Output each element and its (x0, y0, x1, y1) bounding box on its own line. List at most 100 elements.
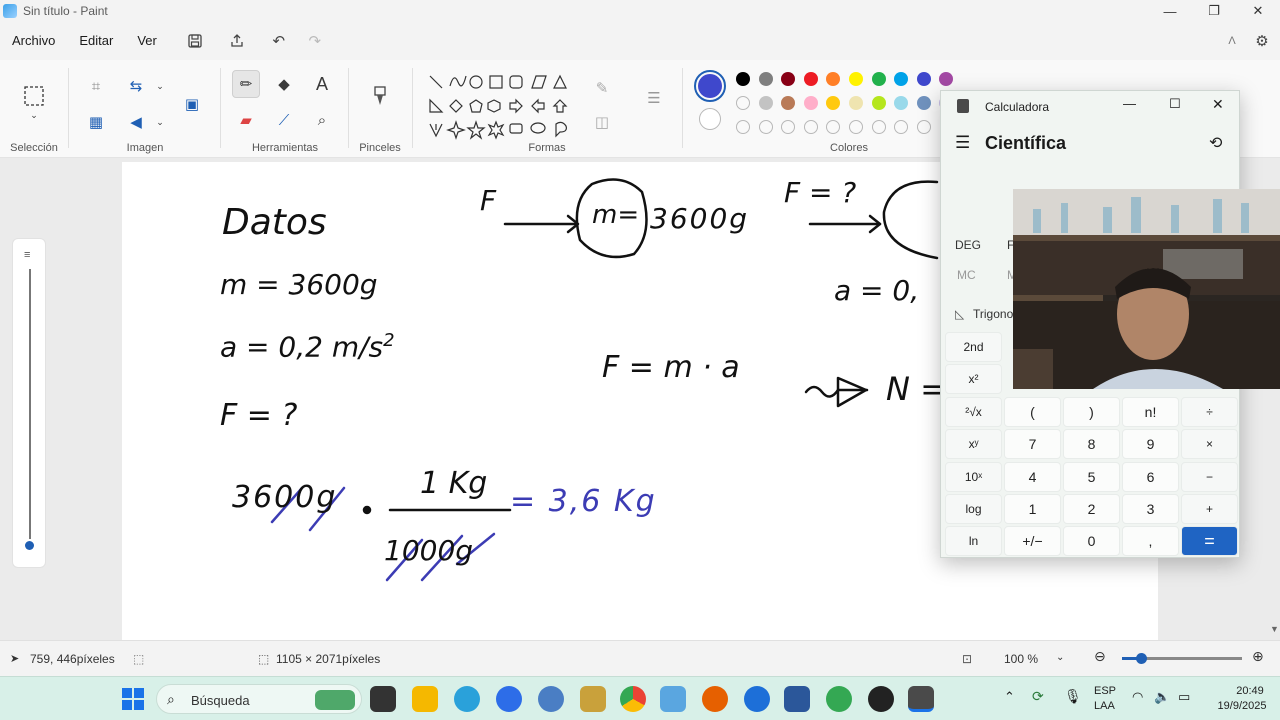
zoom-level[interactable]: 100 % (1004, 652, 1038, 666)
obs-icon[interactable] (868, 686, 894, 712)
tray-overflow-icon[interactable]: ⌃ (1004, 689, 1015, 705)
color-swatch-r1-3[interactable] (781, 72, 796, 86)
calc-key-3-0[interactable]: xʸ (945, 429, 1002, 460)
text-tool-icon[interactable]: A (308, 70, 336, 98)
calc-minimize-button[interactable]: — (1123, 96, 1136, 111)
taskbar-search-box[interactable]: ⌕ Búsqueda (156, 684, 362, 714)
chrome-icon[interactable] (620, 686, 646, 712)
calc-key-4-3[interactable]: 6 (1122, 461, 1179, 492)
color-swatch-r3-4[interactable] (803, 120, 818, 134)
calc-key-3-4[interactable]: × (1181, 429, 1238, 460)
calc-key-2-0[interactable]: ²√x (945, 396, 1002, 427)
color-swatch-r2-5[interactable] (826, 96, 841, 110)
color-swatch-r3-6[interactable] (849, 120, 863, 134)
menu-editar[interactable]: Editar (67, 26, 125, 56)
calc-key-4-0[interactable]: 10ˣ (945, 461, 1002, 492)
calc-key-2-4[interactable]: ÷ (1181, 396, 1238, 427)
tray-sync-icon[interactable]: ⟳ (1032, 688, 1044, 705)
magnifier-icon[interactable]: ⌕ (308, 106, 336, 134)
fill-bucket-icon[interactable]: ◆ (270, 70, 298, 98)
keyboard-layout[interactable]: LAA (1094, 700, 1115, 712)
network-app-icon[interactable] (538, 686, 564, 712)
wifi-icon[interactable]: ◠ (1132, 689, 1143, 705)
calc-key-5-3[interactable]: 3 (1122, 494, 1179, 524)
color-swatch-r2-1[interactable] (736, 96, 750, 110)
maximize-button[interactable]: ❐ (1192, 0, 1236, 22)
brush-size-thumb[interactable] (25, 541, 34, 550)
calc-menu-icon[interactable]: ☰ (955, 133, 970, 153)
zoom-out-icon[interactable]: ⊖ (1094, 648, 1106, 665)
calc-key-6-2[interactable]: 0 (1063, 526, 1120, 557)
close-button[interactable]: ✕ (1236, 0, 1280, 22)
crop-icon[interactable]: ⌗ (82, 72, 110, 100)
calc-close-button[interactable]: ✕ (1212, 96, 1224, 113)
color-swatch-r3-3[interactable] (781, 120, 796, 134)
battery-icon[interactable]: ▭ (1178, 689, 1190, 705)
select-all-icon[interactable]: ▦ (82, 108, 110, 136)
calc-key-5-4[interactable]: + (1181, 494, 1238, 524)
windows-start-icon[interactable] (122, 688, 144, 710)
paint-taskbar-icon[interactable] (660, 686, 686, 712)
zoom-dropdown-icon[interactable]: ⌄ (1056, 652, 1064, 663)
shape-style-icon[interactable]: ☰ (640, 84, 668, 112)
pencil-icon[interactable]: ✏ (232, 70, 260, 98)
color-swatch-r1-9[interactable] (916, 72, 931, 86)
calc-key-4-1[interactable]: 4 (1004, 461, 1061, 492)
shape-outline-icon[interactable]: ✎ (588, 74, 616, 102)
calc-mc-button[interactable]: MC (957, 268, 976, 282)
color-swatch-r2-2[interactable] (758, 96, 773, 110)
settings-gear-icon[interactable]: ⚙ (1248, 27, 1276, 55)
fit-to-window-icon[interactable]: ⊡ (962, 652, 972, 666)
calc-key-4-2[interactable]: 5 (1063, 461, 1120, 492)
color-swatch-r2-7[interactable] (871, 96, 886, 110)
clock-time[interactable]: 20:49 (1228, 685, 1272, 697)
minimize-button[interactable]: — (1148, 0, 1192, 22)
color-swatch-r2-8[interactable] (894, 96, 909, 110)
secondary-color-button[interactable] (699, 108, 721, 130)
selection-dropdown-icon[interactable]: ⌄ (20, 108, 48, 122)
calc-key-3-3[interactable]: 9 (1122, 429, 1179, 460)
resize-dropdown-icon[interactable]: ⌄ (146, 72, 174, 100)
calc-history-icon[interactable]: ⟲ (1209, 133, 1222, 153)
brush-icon[interactable] (366, 82, 394, 110)
color-swatch-r1-2[interactable] (758, 72, 773, 86)
microphone-icon[interactable]: 🎙 (1064, 688, 1082, 705)
firefox-icon[interactable] (702, 686, 728, 712)
calc-key-5-1[interactable]: 1 (1004, 494, 1061, 524)
color-swatch-r1-8[interactable] (894, 72, 909, 86)
calc-key-3-2[interactable]: 8 (1063, 429, 1120, 460)
file-explorer-icon[interactable] (412, 686, 438, 712)
volume-icon[interactable]: 🔈 (1154, 689, 1170, 705)
account-icon[interactable]: Ʌ (1218, 27, 1246, 55)
share-icon[interactable] (223, 27, 251, 55)
calc-key-2-1[interactable]: ( (1004, 396, 1061, 427)
calc-key-3-1[interactable]: 7 (1004, 429, 1061, 460)
calc-key-4-4[interactable]: − (1181, 461, 1238, 492)
calc-key-6-4[interactable]: = (1181, 526, 1238, 557)
color-swatch-r3-5[interactable] (826, 120, 841, 134)
color-swatch-r3-1[interactable] (736, 120, 750, 134)
calc-key-5-2[interactable]: 2 (1063, 494, 1120, 524)
color-swatch-r1-5[interactable] (826, 72, 841, 86)
zoom-slider-thumb[interactable] (1136, 653, 1147, 664)
color-swatch-r1-7[interactable] (871, 72, 886, 86)
game-app-icon[interactable] (580, 686, 606, 712)
selection-rectangle-icon[interactable] (20, 82, 48, 110)
telegram-icon[interactable] (454, 686, 480, 712)
zoom-slider-track[interactable] (1122, 653, 1242, 664)
calc-key-5-0[interactable]: log (945, 494, 1002, 524)
color-swatch-r1-6[interactable] (849, 72, 863, 86)
language-code[interactable]: ESP (1094, 685, 1116, 697)
task-view-icon[interactable] (370, 686, 396, 712)
color-swatch-r2-4[interactable] (803, 96, 818, 110)
shape-fill-icon[interactable]: ◫ (588, 108, 616, 136)
color-swatch-r1-10[interactable] (939, 72, 954, 86)
color-swatch-r2-6[interactable] (849, 96, 863, 110)
primary-color-button[interactable] (694, 70, 726, 102)
rotate-dropdown-icon[interactable]: ⌄ (146, 108, 174, 136)
eraser-icon[interactable]: ▰ (232, 106, 260, 134)
color-swatch-r3-9[interactable] (916, 120, 931, 134)
calc-key-6-0[interactable]: ln (945, 526, 1002, 557)
color-swatch-r3-8[interactable] (894, 120, 909, 134)
calculator-taskbar-icon[interactable] (908, 686, 934, 712)
